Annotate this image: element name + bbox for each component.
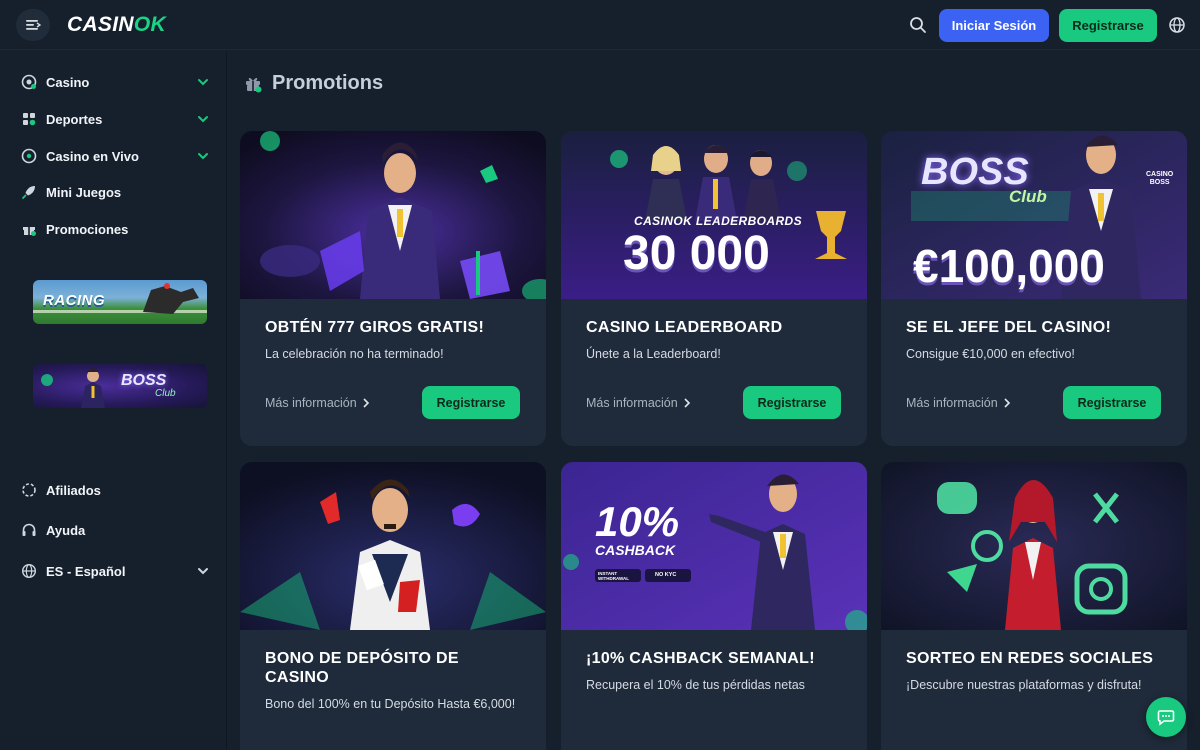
chevron-right-icon bbox=[363, 398, 369, 408]
register-button[interactable]: Registrarse bbox=[422, 386, 520, 419]
boss-art-amount: €100,000 bbox=[913, 240, 1105, 292]
globe-icon bbox=[20, 562, 38, 580]
sidebar-item-ayuda[interactable]: Ayuda bbox=[20, 517, 210, 543]
promo-image[interactable]: BOSS Club CASINO BOSS €100,000 bbox=[881, 131, 1187, 299]
sidebar-item-label: Afiliados bbox=[46, 482, 101, 498]
boss-banner-sublabel: Club bbox=[155, 388, 176, 399]
racing-banner-label: RACING bbox=[43, 292, 106, 309]
search-icon[interactable] bbox=[908, 15, 928, 35]
sidebar-item-afiliados[interactable]: Afiliados bbox=[20, 477, 210, 503]
promo-title: OBTÉN 777 GIROS GRATIS! bbox=[265, 319, 485, 336]
page-title: Promotions bbox=[244, 72, 383, 95]
page-title-text: Promotions bbox=[272, 72, 384, 94]
sidebar-item-label: Promociones bbox=[46, 221, 129, 237]
login-button[interactable]: Iniciar Sesión bbox=[939, 9, 1049, 42]
sidebar-item-label: Deportes bbox=[46, 111, 103, 127]
more-info-label: Más información bbox=[265, 396, 357, 410]
boss-club-banner[interactable]: BOSS Club bbox=[33, 364, 207, 408]
social-giveaway-art bbox=[881, 462, 1187, 630]
deposit-bonus-art bbox=[240, 462, 546, 630]
rocket-icon bbox=[20, 183, 38, 201]
sidebar-item-promociones[interactable]: Promociones bbox=[20, 216, 210, 242]
gift-icon bbox=[246, 77, 262, 92]
live-chat-button[interactable] bbox=[1146, 697, 1186, 737]
promo-image[interactable] bbox=[881, 462, 1187, 630]
menu-toggle-button[interactable] bbox=[16, 9, 50, 41]
top-header: CASINOK Iniciar Sesión Registrarse bbox=[0, 0, 1200, 50]
promo-description: Recupera el 10% de tus pérdidas netas bbox=[586, 678, 805, 692]
more-info-label: Más información bbox=[586, 396, 678, 410]
promo-card: CASINOK LEADERBOARDS 30 000 CASINO LEADE… bbox=[561, 131, 867, 446]
promo-description: ¡Descubre nuestras plataformas y disfrut… bbox=[906, 678, 1142, 692]
promo-image[interactable] bbox=[240, 462, 546, 630]
boss-art-sub: Club bbox=[1009, 187, 1047, 206]
racing-banner[interactable]: RACING bbox=[33, 280, 207, 324]
sidebar-item-label: Casino en Vivo bbox=[46, 148, 139, 164]
live-casino-icon bbox=[20, 147, 38, 165]
chat-icon bbox=[1157, 710, 1175, 726]
sidebar-item-casino-en-vivo[interactable]: Casino en Vivo bbox=[20, 143, 210, 169]
register-button[interactable]: Registrarse bbox=[1063, 386, 1161, 419]
promo-image[interactable] bbox=[240, 131, 546, 299]
chevron-right-icon bbox=[1004, 398, 1010, 408]
chevron-down-icon[interactable] bbox=[196, 149, 210, 163]
more-info-link[interactable]: Más información bbox=[906, 396, 1011, 410]
language-selector[interactable]: ES - Español bbox=[20, 558, 210, 584]
promo-card: SORTEO EN REDES SOCIALES ¡Descubre nuest… bbox=[881, 462, 1187, 750]
promo-image[interactable]: CASINOK LEADERBOARDS 30 000 bbox=[561, 131, 867, 299]
chevron-down-icon[interactable] bbox=[196, 75, 210, 89]
sidebar-item-label: Casino bbox=[46, 74, 90, 90]
promo-image[interactable]: 10% CASHBACK INSTANT WITHDRAWAL NO KYC bbox=[561, 462, 867, 630]
casino-boss-badge: CASINO BOSS bbox=[1146, 171, 1173, 187]
cashback-art-percent: 10% bbox=[595, 498, 680, 545]
logo-accent-text: OK bbox=[133, 13, 166, 36]
promo-description: Bono del 100% en tu Depósito Hasta €6,00… bbox=[265, 697, 516, 711]
badge-line-2: BOSS bbox=[1149, 179, 1170, 186]
gift-icon bbox=[20, 220, 38, 238]
no-kyc-badge: NO KYC bbox=[645, 569, 691, 582]
register-button[interactable]: Registrarse bbox=[743, 386, 841, 419]
badge-line-1: CASINO bbox=[1146, 171, 1174, 178]
promo-card: OBTÉN 777 GIROS GRATIS! La celebración n… bbox=[240, 131, 546, 446]
sports-icon bbox=[20, 110, 38, 128]
free-spins-art bbox=[240, 131, 546, 299]
sidebar-item-label: Mini Juegos bbox=[46, 184, 122, 200]
chevron-down-icon[interactable] bbox=[196, 112, 210, 126]
cashback-art-headline: CASHBACK bbox=[595, 542, 676, 558]
register-button[interactable]: Registrarse bbox=[1059, 9, 1157, 42]
language-label: ES - Español bbox=[46, 563, 126, 579]
instant-withdrawal-badge: INSTANT WITHDRAWAL bbox=[595, 569, 641, 582]
promo-description: Únete a la Leaderboard! bbox=[586, 347, 721, 361]
logo-text: CASIN bbox=[67, 13, 134, 36]
more-info-label: Más información bbox=[906, 396, 998, 410]
sidebar: Casino Deportes Casino en Vivo Mini Jueg… bbox=[0, 51, 227, 750]
sidebar-item-deportes[interactable]: Deportes bbox=[20, 106, 210, 132]
promo-title: CASINO LEADERBOARD bbox=[586, 319, 783, 336]
promo-description: Consigue €10,000 en efectivo! bbox=[906, 347, 1075, 361]
headset-icon bbox=[20, 521, 38, 539]
promo-card: 10% CASHBACK INSTANT WITHDRAWAL NO KYC ¡… bbox=[561, 462, 867, 750]
sidebar-item-label: Ayuda bbox=[46, 522, 86, 538]
affiliates-icon bbox=[20, 481, 38, 499]
boss-banner-art bbox=[41, 368, 105, 408]
promo-title: SE EL JEFE DEL CASINO! bbox=[906, 319, 1112, 336]
promo-description: La celebración no ha terminado! bbox=[265, 347, 444, 361]
casinok-logo[interactable]: CASINOK bbox=[67, 13, 166, 37]
leaderboard-art-amount: 30 000 bbox=[623, 227, 770, 280]
sidebar-item-mini-juegos[interactable]: Mini Juegos bbox=[20, 179, 210, 205]
more-info-link[interactable]: Más información bbox=[586, 396, 691, 410]
chevron-right-icon bbox=[684, 398, 690, 408]
globe-icon[interactable] bbox=[1167, 15, 1187, 35]
sidebar-item-casino[interactable]: Casino bbox=[20, 69, 210, 95]
chevron-down-icon[interactable] bbox=[196, 564, 210, 578]
promo-card: BOSS Club CASINO BOSS €100,000 SE EL JEFE… bbox=[881, 131, 1187, 446]
promo-title: SORTEO EN REDES SOCIALES bbox=[906, 650, 1154, 667]
hamburger-icon bbox=[26, 20, 41, 30]
promo-title: BONO DE DEPÓSITO DE CASINO bbox=[265, 650, 459, 686]
more-info-link[interactable]: Más información bbox=[265, 396, 370, 410]
promo-title: ¡10% CASHBACK SEMANAL! bbox=[586, 650, 815, 667]
promo-card: BONO DE DEPÓSITO DE CASINO Bono del 100%… bbox=[240, 462, 546, 750]
casino-chip-icon bbox=[20, 73, 38, 91]
